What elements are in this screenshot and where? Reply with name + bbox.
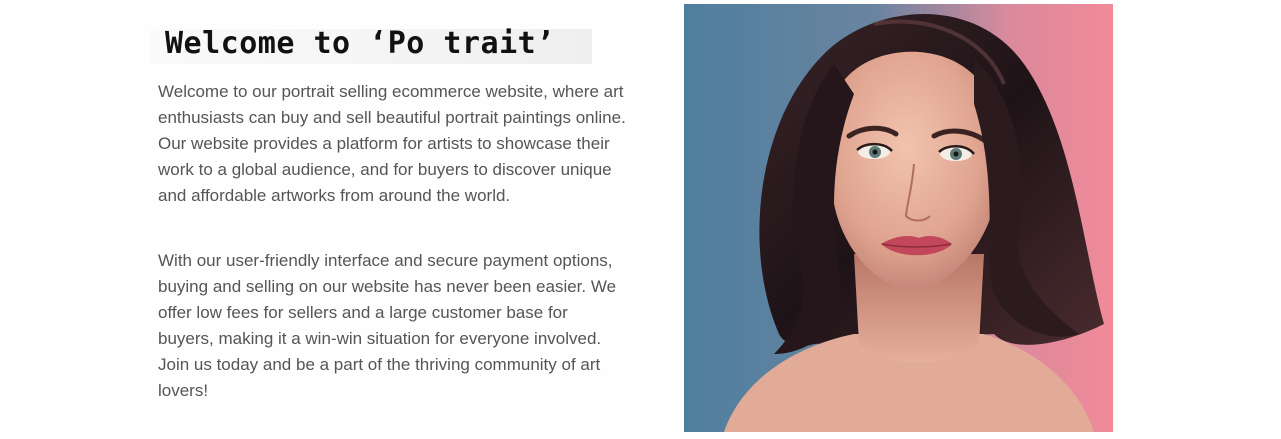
portrait-image (684, 4, 1113, 432)
hero-section: Welcome to ‘Po trait’ Welcome to our por… (0, 0, 1281, 439)
page-title: Welcome to ‘Po trait’ (165, 26, 555, 61)
intro-paragraph: Welcome to our portrait selling ecommerc… (158, 82, 626, 205)
features-paragraph: With our user-friendly interface and sec… (158, 251, 617, 400)
